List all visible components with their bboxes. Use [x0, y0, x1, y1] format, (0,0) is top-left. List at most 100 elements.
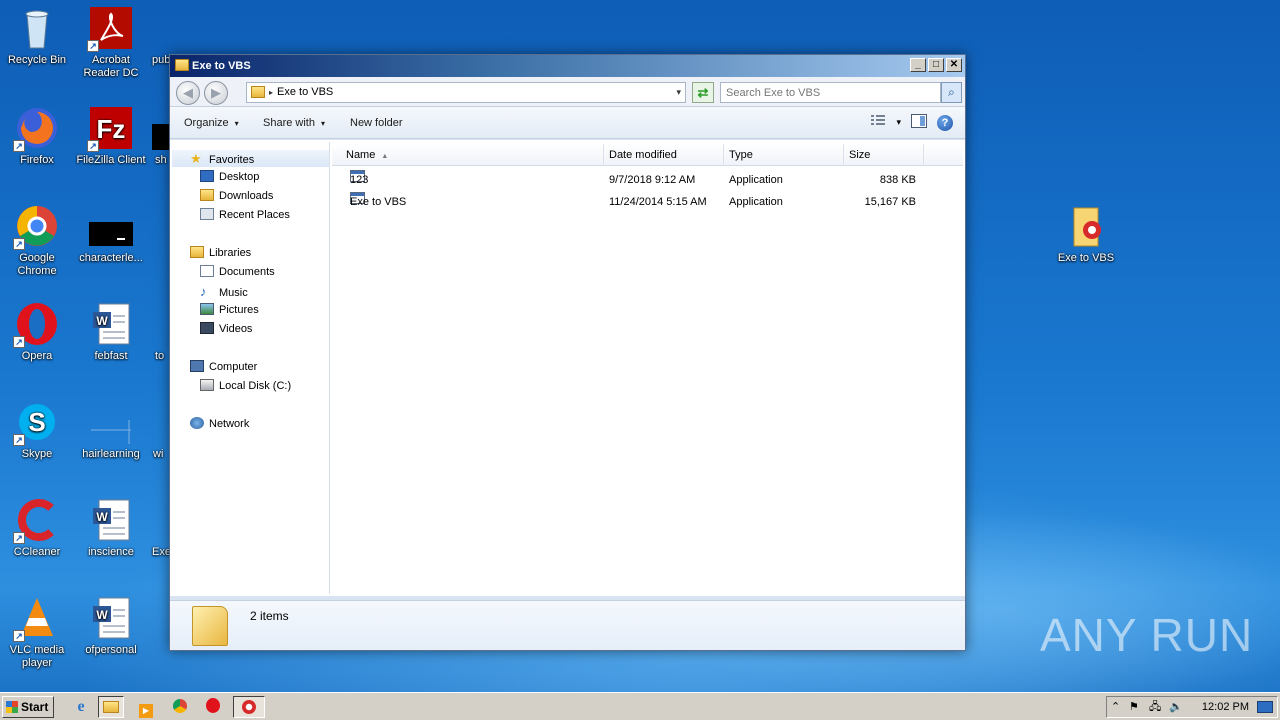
- nav-item-downloads[interactable]: Downloads: [200, 188, 273, 205]
- title-bar[interactable]: Exe to VBS _ □ ✕: [170, 55, 965, 77]
- desktop-icon-exe-to-vbs[interactable]: Exe to VBS: [1049, 204, 1123, 265]
- nav-item-music[interactable]: ♪ Music: [200, 283, 248, 300]
- desktop-icon-google-chrome[interactable]: ↗ Google Chrome: [0, 204, 74, 278]
- desktop-icon-opera[interactable]: ↗ Opera: [0, 302, 74, 363]
- nav-item-recent-places[interactable]: Recent Places: [200, 207, 290, 224]
- recycle-bin-icon: [15, 6, 59, 50]
- desktop-icon-firefox[interactable]: ↗ Firefox: [0, 106, 74, 167]
- acrobat-icon: ↗: [87, 6, 133, 52]
- refresh-button[interactable]: ⇄: [692, 82, 714, 103]
- file-name: Exe to VBS: [350, 196, 407, 208]
- taskbar-opera[interactable]: [200, 696, 226, 718]
- search-input[interactable]: [720, 82, 941, 103]
- star-icon: ★: [190, 151, 202, 166]
- file-date-cell: 11/24/2014 5:15 AM: [609, 196, 707, 208]
- file-size-cell: 838 KB: [879, 174, 916, 186]
- svg-text:W: W: [96, 608, 108, 622]
- desktop-icon-acrobat[interactable]: ↗ Acrobat Reader DC: [74, 6, 148, 80]
- nav-item-favorites[interactable]: ★ Favorites: [172, 150, 329, 167]
- chrome-icon: [173, 699, 187, 713]
- column-header-name[interactable]: Name ▲: [332, 144, 604, 166]
- address-field[interactable]: ▸ Exe to VBS ▾: [246, 82, 686, 103]
- skype-icon: S ↗: [13, 400, 59, 446]
- nav-item-pictures[interactable]: Pictures: [200, 302, 259, 319]
- desktop-icon-characterle[interactable]: characterle...: [74, 204, 148, 265]
- forward-button[interactable]: ▶: [204, 81, 228, 105]
- word-document-icon: W: [89, 302, 133, 346]
- network-tray-icon[interactable]: 🖧: [1149, 700, 1161, 714]
- show-desktop-icon[interactable]: [1257, 701, 1273, 713]
- desktop-icon-wi[interactable]: wi: [150, 400, 170, 461]
- desktop-icon-ofpersonal[interactable]: W ofpersonal: [74, 596, 148, 657]
- nav-item-videos[interactable]: Videos: [200, 321, 252, 338]
- desktop-icon-febfast[interactable]: W febfast: [74, 302, 148, 363]
- desktop-icon-label: wi: [153, 448, 164, 460]
- internet-explorer-icon: e: [77, 698, 85, 715]
- desktop-icon-to[interactable]: to: [152, 302, 170, 363]
- desktop-icon-label: ofpersonal: [85, 644, 137, 656]
- opera-icon: ↗: [13, 302, 59, 348]
- back-button[interactable]: ◀: [176, 81, 200, 105]
- breadcrumb-item[interactable]: Exe to VBS: [277, 86, 333, 98]
- nav-item-computer[interactable]: Computer: [190, 359, 257, 376]
- maximize-button[interactable]: □: [928, 58, 944, 72]
- taskbar-exe-to-vbs[interactable]: [233, 696, 265, 718]
- column-header-date-modified[interactable]: Date modified: [604, 144, 724, 166]
- start-button[interactable]: Start: [2, 696, 54, 718]
- desktop-icon-filezilla[interactable]: Fz ↗ FileZilla Client: [74, 106, 148, 167]
- search-button[interactable]: ⌕: [941, 82, 962, 103]
- file-icon: [151, 498, 169, 542]
- nav-item-documents[interactable]: Documents: [200, 264, 275, 281]
- nav-item-libraries[interactable]: Libraries: [190, 245, 251, 262]
- new-folder-button[interactable]: New folder: [350, 107, 403, 139]
- hard-disk-icon: [200, 379, 214, 391]
- desktop-icon-exe[interactable]: Exe: [150, 498, 170, 559]
- desktop-icon-recycle-bin[interactable]: Recycle Bin: [0, 6, 74, 67]
- nav-item-desktop[interactable]: Desktop: [200, 169, 259, 186]
- view-dropdown-icon[interactable]: ▾: [896, 117, 901, 128]
- column-header-type[interactable]: Type: [724, 144, 844, 166]
- desktop-icon-hairlearning[interactable]: hairlearning: [74, 400, 148, 461]
- firefox-icon: ↗: [13, 106, 59, 152]
- nav-item-local-disk[interactable]: Local Disk (C:): [200, 378, 291, 395]
- word-document-icon: W: [89, 596, 133, 640]
- downloads-icon: [200, 189, 214, 201]
- pictures-icon: [200, 303, 214, 315]
- file-row[interactable]: 123 9/7/2018 9:12 AM Application 838 KB: [332, 170, 963, 190]
- desktop-icon-label: CCleaner: [13, 546, 61, 558]
- nav-item-network[interactable]: Network: [190, 416, 249, 433]
- chevron-down-icon: ▾: [320, 119, 325, 128]
- desktop-icon-label: Skype: [21, 448, 53, 460]
- volume-icon[interactable]: 🔈: [1169, 700, 1183, 714]
- address-dropdown-icon[interactable]: ▾: [676, 83, 681, 102]
- action-center-flag-icon[interactable]: ⚑: [1129, 700, 1139, 714]
- desktop-icon-label: Google Chrome: [17, 252, 57, 277]
- taskbar-internet-explorer[interactable]: e: [68, 696, 94, 718]
- opera-icon: [206, 698, 220, 713]
- taskbar-chrome[interactable]: [167, 696, 193, 718]
- column-header-size[interactable]: Size: [844, 144, 924, 166]
- desktop-icon-skype[interactable]: S ↗ Skype: [0, 400, 74, 461]
- command-bar: Organize ▾ Share with ▾ New folder ▾ ?: [170, 107, 965, 139]
- help-icon[interactable]: ?: [937, 114, 953, 131]
- desktop-icon-ccleaner[interactable]: ↗ CCleaner: [0, 498, 74, 559]
- desktop-icon-pub[interactable]: pub: [142, 6, 172, 67]
- taskbar-media-player[interactable]: ▶: [133, 696, 159, 718]
- windows-logo-icon: [6, 701, 18, 713]
- file-size-cell: 15,167 KB: [864, 196, 916, 208]
- file-row[interactable]: Exe to VBS 11/24/2014 5:15 AM Applicatio…: [332, 192, 963, 212]
- clock[interactable]: 12:02 PM: [1202, 697, 1249, 717]
- view-options-icon[interactable]: [870, 115, 886, 130]
- taskbar-explorer[interactable]: [98, 696, 124, 718]
- preview-pane-icon[interactable]: [911, 114, 927, 131]
- show-hidden-icons-icon[interactable]: ⌃: [1111, 700, 1120, 714]
- organize-button[interactable]: Organize ▾: [184, 107, 239, 140]
- breadcrumb-separator-icon[interactable]: ▸: [269, 83, 273, 102]
- minimize-button[interactable]: _: [910, 58, 926, 72]
- share-with-button[interactable]: Share with ▾: [263, 107, 325, 140]
- desktop-icon-sh[interactable]: sh: [152, 106, 170, 167]
- nav-label: Network: [209, 418, 250, 430]
- desktop-icon-vlc[interactable]: ↗ VLC media player: [0, 596, 74, 670]
- desktop-icon-inscience[interactable]: W inscience: [74, 498, 148, 559]
- close-button[interactable]: ✕: [946, 58, 962, 72]
